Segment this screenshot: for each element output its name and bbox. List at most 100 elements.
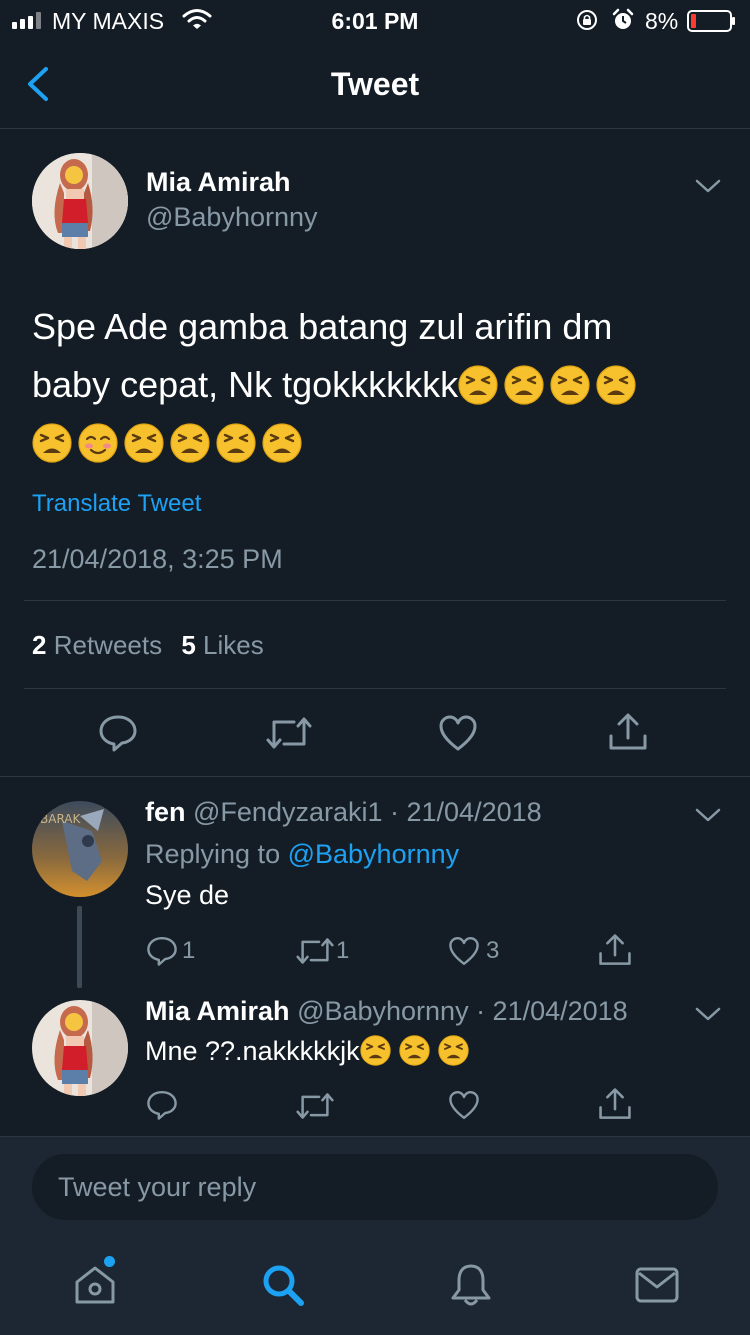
compose-placeholder: Tweet your reply (58, 1172, 257, 1202)
reply-icon (147, 1091, 177, 1120)
author-name[interactable]: Mia Amirah (146, 167, 291, 198)
page-title: Tweet (330, 66, 420, 102)
retweet-icon (296, 1093, 334, 1119)
reply-button[interactable] (98, 714, 138, 752)
reply-author-name[interactable]: Mia Amirah (145, 996, 290, 1026)
tired-face-emoji (262, 423, 302, 463)
notification-dot (104, 1256, 115, 1267)
tweet-stats: 2 Retweets 5 Likes (32, 630, 264, 661)
retweet-icon (266, 717, 312, 749)
reply-retweet-button[interactable] (296, 936, 334, 966)
heart-icon (449, 936, 479, 965)
tired-face-emoji (216, 423, 256, 463)
tab-messages[interactable] (634, 1264, 680, 1306)
translate-tweet-link[interactable]: Translate Tweet (32, 490, 201, 518)
tired-face-emoji (504, 365, 544, 405)
home-icon (75, 1266, 115, 1304)
tired-face-emoji (438, 1035, 469, 1066)
reply-avatar[interactable]: BARAK (32, 801, 128, 897)
tweet-text-line: Spe Ade gamba batang zul arifin dm (32, 306, 613, 347)
reply-menu-button[interactable] (694, 1004, 722, 1024)
tired-face-emoji (596, 365, 636, 405)
thread-line (77, 906, 82, 988)
reply-retweet-button[interactable] (296, 1091, 334, 1121)
replying-to: Replying to @Babyhornny (145, 839, 459, 870)
author-handle[interactable]: @Babyhornny (146, 202, 318, 233)
smiling-face-emoji (78, 423, 118, 463)
reply-text-segment: Mne ??.nakkkkkjk (145, 1036, 360, 1066)
reply-menu-button[interactable] (694, 805, 722, 825)
chevron-down-icon (695, 179, 721, 193)
clock: 6:01 PM (331, 8, 419, 34)
reply-header: fen @Fendyzaraki1 · 21/04/2018 (145, 797, 542, 828)
tweet-text: Spe Ade gamba batang zul arifin dm baby … (32, 298, 722, 472)
like-button[interactable] (438, 714, 478, 752)
reply-header: Mia Amirah @Babyhornny · 21/04/2018 (145, 996, 628, 1027)
reply-avatar[interactable] (32, 1000, 128, 1096)
reply-handle-date: @Babyhornny · 21/04/2018 (297, 996, 628, 1026)
tweet-text-segment: baby cepat, Nk tgokkkkkkk (32, 364, 459, 405)
divider (24, 688, 726, 689)
divider (24, 600, 726, 601)
tired-face-emoji (32, 423, 72, 463)
tab-home[interactable] (72, 1262, 118, 1308)
likes-label: Likes (203, 630, 264, 660)
retweet-button[interactable] (266, 716, 312, 750)
search-icon (263, 1265, 304, 1306)
retweets-count: 2 (32, 630, 47, 660)
chevron-down-icon (695, 808, 721, 822)
reply-reply-button[interactable] (146, 935, 178, 967)
tired-face-emoji (458, 365, 498, 405)
replying-to-prefix: Replying to (145, 839, 281, 869)
tab-notifications[interactable] (448, 1262, 494, 1308)
chevron-down-icon (695, 1007, 721, 1021)
likes-stat[interactable]: 5 Likes (181, 630, 263, 660)
battery-icon (687, 10, 737, 32)
rotation-lock-icon (576, 9, 598, 31)
reply-like-button[interactable] (448, 1089, 480, 1121)
status-bar: MY MAXIS 6:01 PM 8% (0, 0, 750, 40)
compose-reply-field[interactable]: Tweet your reply (32, 1154, 718, 1220)
share-icon (609, 713, 647, 750)
share-icon (599, 934, 631, 965)
tired-face-emoji (170, 423, 210, 463)
share-button[interactable] (608, 712, 648, 752)
heart-icon (449, 1091, 479, 1119)
notifications-icon (451, 1264, 491, 1306)
battery-percent: 8% (645, 8, 679, 34)
messages-icon (635, 1267, 679, 1303)
tweet-text-line: baby cepat, Nk tgokkkkkkk (32, 356, 722, 414)
divider (0, 776, 750, 777)
author-avatar[interactable] (32, 153, 128, 249)
tweet-menu-button[interactable] (694, 176, 722, 196)
replying-to-handle[interactable]: @Babyhornny (288, 839, 460, 869)
alarm-icon (611, 8, 635, 32)
likes-count: 5 (181, 630, 196, 660)
retweet-icon (296, 938, 334, 964)
reply-like-button[interactable] (448, 935, 480, 967)
tired-face-emoji (124, 423, 164, 463)
reply-share-button[interactable] (598, 933, 632, 967)
retweets-stat[interactable]: 2 Retweets (32, 630, 162, 660)
reply-author-name[interactable]: fen (145, 797, 186, 827)
retweets-label: Retweets (53, 630, 163, 660)
reply-reply-button[interactable] (146, 1089, 178, 1121)
share-icon (599, 1088, 631, 1119)
reply-icon (147, 936, 177, 966)
tired-face-emoji (399, 1035, 430, 1066)
reply-text: Mne ??.nakkkkkjk (145, 1035, 477, 1067)
tab-search[interactable] (260, 1262, 306, 1308)
like-count: 3 (486, 937, 500, 964)
reply-icon (99, 715, 137, 752)
tired-face-emoji (550, 365, 590, 405)
tweet-timestamp: 21/04/2018, 3:25 PM (32, 544, 283, 574)
reply-count: 1 (182, 937, 196, 964)
svg-text:BARAK: BARAK (40, 812, 82, 826)
tired-face-emoji (360, 1035, 391, 1066)
reply-handle-date: @Fendyzaraki1 · 21/04/2018 (193, 797, 542, 827)
reply-text: Sye de (145, 880, 230, 910)
nav-bar: Tweet (0, 40, 750, 129)
retweet-count: 1 (336, 937, 350, 964)
tweet-text-line (32, 414, 722, 472)
reply-share-button[interactable] (598, 1087, 632, 1121)
